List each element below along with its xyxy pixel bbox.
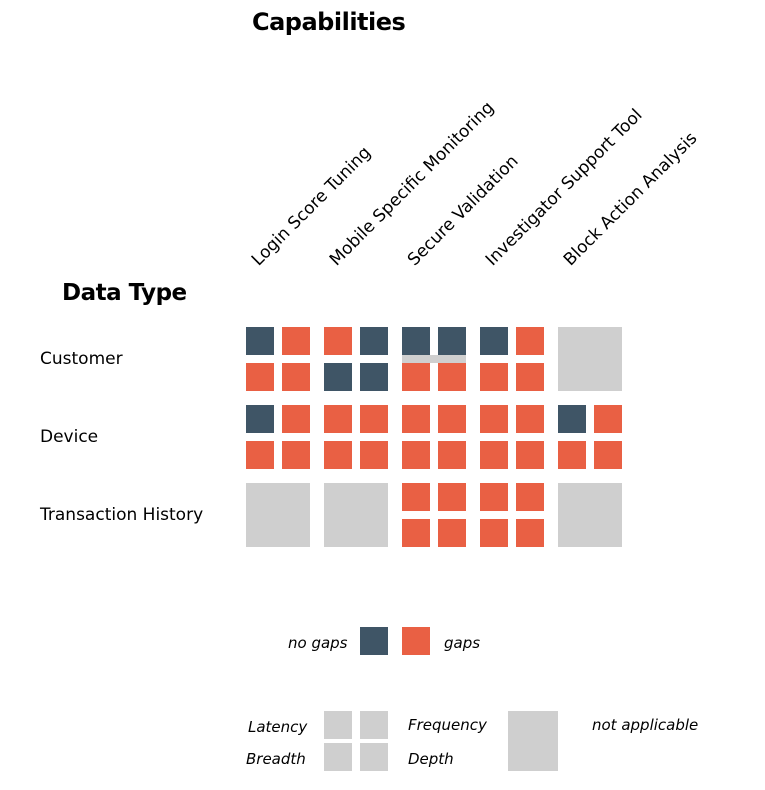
cell-quadrant-frequency — [360, 327, 388, 355]
legend-quadrant-frequency — [360, 711, 388, 739]
cell-quadrant-frequency — [516, 405, 544, 433]
row-label: Device — [40, 427, 99, 447]
cell-quadrant-breadth — [246, 363, 274, 391]
cell-not-applicable — [558, 483, 622, 547]
cell-quadrant-frequency — [438, 405, 466, 433]
cell-quadrant-frequency — [282, 405, 310, 433]
cell-quadrant-breadth — [480, 441, 508, 469]
legend-breadth-label: Breadth — [246, 750, 306, 768]
cell-quadrant-depth — [516, 441, 544, 469]
legend-quadrant-breadth — [324, 743, 352, 771]
cell-quadrant-latency — [558, 405, 586, 433]
cell-quadrant-breadth — [324, 363, 352, 391]
cell-quadrant-depth — [516, 519, 544, 547]
cell-quadrant-breadth — [402, 519, 430, 547]
cell-quadrant-latency — [480, 327, 508, 355]
column-label: Mobile Specific Monitoring — [325, 97, 499, 270]
cell-quadrant-depth — [438, 519, 466, 547]
cell-quadrant-depth — [360, 363, 388, 391]
cell-quadrant-frequency — [516, 327, 544, 355]
legend-quadrant-depth — [360, 743, 388, 771]
cell-quadrant-latency — [402, 327, 430, 355]
cell-quadrant-latency — [324, 327, 352, 355]
cell-not-applicable — [558, 327, 622, 391]
cell-quadrant-latency — [246, 327, 274, 355]
cell-not-applicable — [246, 483, 310, 547]
cell-quadrant-breadth — [324, 441, 352, 469]
chart-title: Capabilities — [252, 8, 406, 36]
cell-quadrant-frequency — [594, 405, 622, 433]
legend-no-gaps-swatch — [360, 627, 388, 655]
cell-quadrant-depth — [516, 363, 544, 391]
cell-quadrant-depth — [438, 363, 466, 391]
cell-quadrant-depth — [594, 441, 622, 469]
cell-quadrant-frequency — [516, 483, 544, 511]
cell-quadrant-depth — [282, 363, 310, 391]
legend-not-applicable-swatch — [508, 711, 558, 771]
cell-quadrant-depth — [438, 441, 466, 469]
cell-quadrant-latency — [402, 483, 430, 511]
legend-frequency-label: Frequency — [408, 716, 487, 734]
cell-quadrant-breadth — [480, 363, 508, 391]
legend-depth-label: Depth — [408, 750, 454, 768]
cell-quadrant-depth — [360, 441, 388, 469]
column-label: Block Action Analysis — [559, 128, 702, 270]
cell-quadrant-breadth — [246, 441, 274, 469]
legend-gaps-swatch — [402, 627, 430, 655]
cell-quadrant-breadth — [402, 441, 430, 469]
cell-quadrant-frequency — [438, 483, 466, 511]
cell-quadrant-latency — [480, 483, 508, 511]
legend-latency-label: Latency — [248, 718, 308, 736]
cell-quadrant-latency — [246, 405, 274, 433]
cell-quadrant-frequency — [360, 405, 388, 433]
cell-separator-bar — [402, 355, 466, 363]
cell-quadrant-frequency — [438, 327, 466, 355]
cell-quadrant-latency — [324, 405, 352, 433]
cell-quadrant-latency — [480, 405, 508, 433]
cell-not-applicable — [324, 483, 388, 547]
cell-quadrant-breadth — [558, 441, 586, 469]
cell-quadrant-breadth — [480, 519, 508, 547]
cell-quadrant-frequency — [282, 327, 310, 355]
legend-no-gaps-label: no gaps — [288, 634, 348, 652]
row-label: Customer — [40, 349, 123, 369]
column-label: Investigator Support Tool — [481, 105, 647, 270]
cell-quadrant-depth — [282, 441, 310, 469]
cell-quadrant-latency — [402, 405, 430, 433]
row-label: Transaction History — [40, 505, 204, 525]
legend-quadrant-latency — [324, 711, 352, 739]
row-header: Data Type — [62, 280, 187, 306]
cell-quadrant-breadth — [402, 363, 430, 391]
legend-gaps-label: gaps — [444, 634, 481, 652]
legend-not-applicable-label: not applicable — [592, 716, 699, 734]
